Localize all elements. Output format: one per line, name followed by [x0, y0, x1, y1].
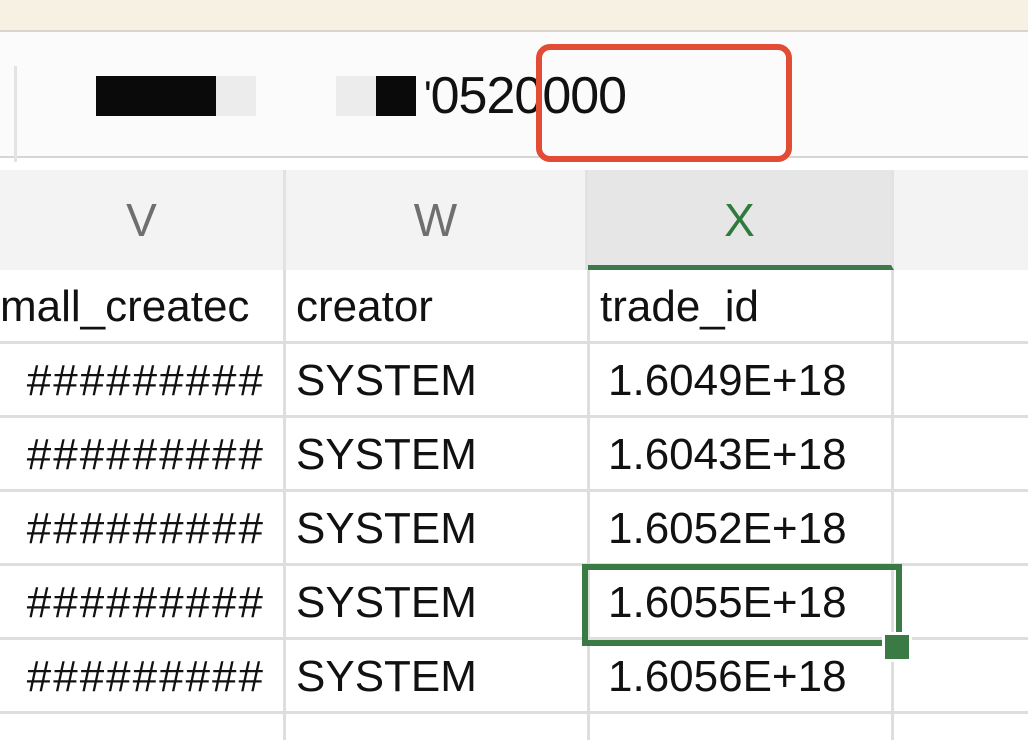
- red-highlight-annotation: [536, 44, 792, 162]
- cell-w-5[interactable]: SYSTEM: [286, 640, 590, 714]
- fill-handle[interactable]: [882, 632, 912, 662]
- active-cell-selection: [582, 564, 902, 646]
- cell-v-5[interactable]: #########: [0, 640, 286, 714]
- cell-x-6[interactable]: [590, 714, 894, 740]
- cell-v-2[interactable]: #########: [0, 418, 286, 492]
- cell-y-5[interactable]: [894, 640, 1028, 714]
- cell-v-3[interactable]: #########: [0, 492, 286, 566]
- cell-header-x[interactable]: trade_id: [590, 270, 894, 344]
- cell-x-3[interactable]: 1.6052E+18: [590, 492, 894, 566]
- formula-bar-divider: [14, 66, 17, 162]
- cell-y-1[interactable]: [894, 344, 1028, 418]
- column-header-x[interactable]: X: [588, 170, 894, 270]
- cell-header-y[interactable]: [894, 270, 1028, 344]
- column-header-v[interactable]: V: [0, 170, 286, 270]
- redacted-name-box: [96, 76, 216, 116]
- cell-w-1[interactable]: SYSTEM: [286, 344, 590, 418]
- cell-w-6[interactable]: [286, 714, 590, 740]
- title-strip: [0, 0, 1028, 32]
- cell-y-2[interactable]: [894, 418, 1028, 492]
- spreadsheet-grid: mall_createc creator trade_id ######### …: [0, 270, 1028, 740]
- cell-w-2[interactable]: SYSTEM: [286, 418, 590, 492]
- cell-w-3[interactable]: SYSTEM: [286, 492, 590, 566]
- redacted-value-prefix: [376, 76, 416, 116]
- cell-header-w[interactable]: creator: [286, 270, 590, 344]
- redacted-name-box-fade: [216, 76, 256, 116]
- column-header-row: V W X: [0, 170, 1028, 270]
- cell-x-5[interactable]: 1.6056E+18: [590, 640, 894, 714]
- redacted-value-prefix-fade: [336, 76, 376, 116]
- cell-w-4[interactable]: SYSTEM: [286, 566, 590, 640]
- cell-v-1[interactable]: #########: [0, 344, 286, 418]
- cell-y-3[interactable]: [894, 492, 1028, 566]
- cell-x-1[interactable]: 1.6049E+18: [590, 344, 894, 418]
- cell-v-4[interactable]: #########: [0, 566, 286, 640]
- cell-x-2[interactable]: 1.6043E+18: [590, 418, 894, 492]
- cell-header-v[interactable]: mall_createc: [0, 270, 286, 344]
- cell-v-6[interactable]: [0, 714, 286, 740]
- formula-partial-glyph: ': [424, 74, 432, 118]
- cell-y-4[interactable]: [894, 566, 1028, 640]
- column-header-w[interactable]: W: [286, 170, 588, 270]
